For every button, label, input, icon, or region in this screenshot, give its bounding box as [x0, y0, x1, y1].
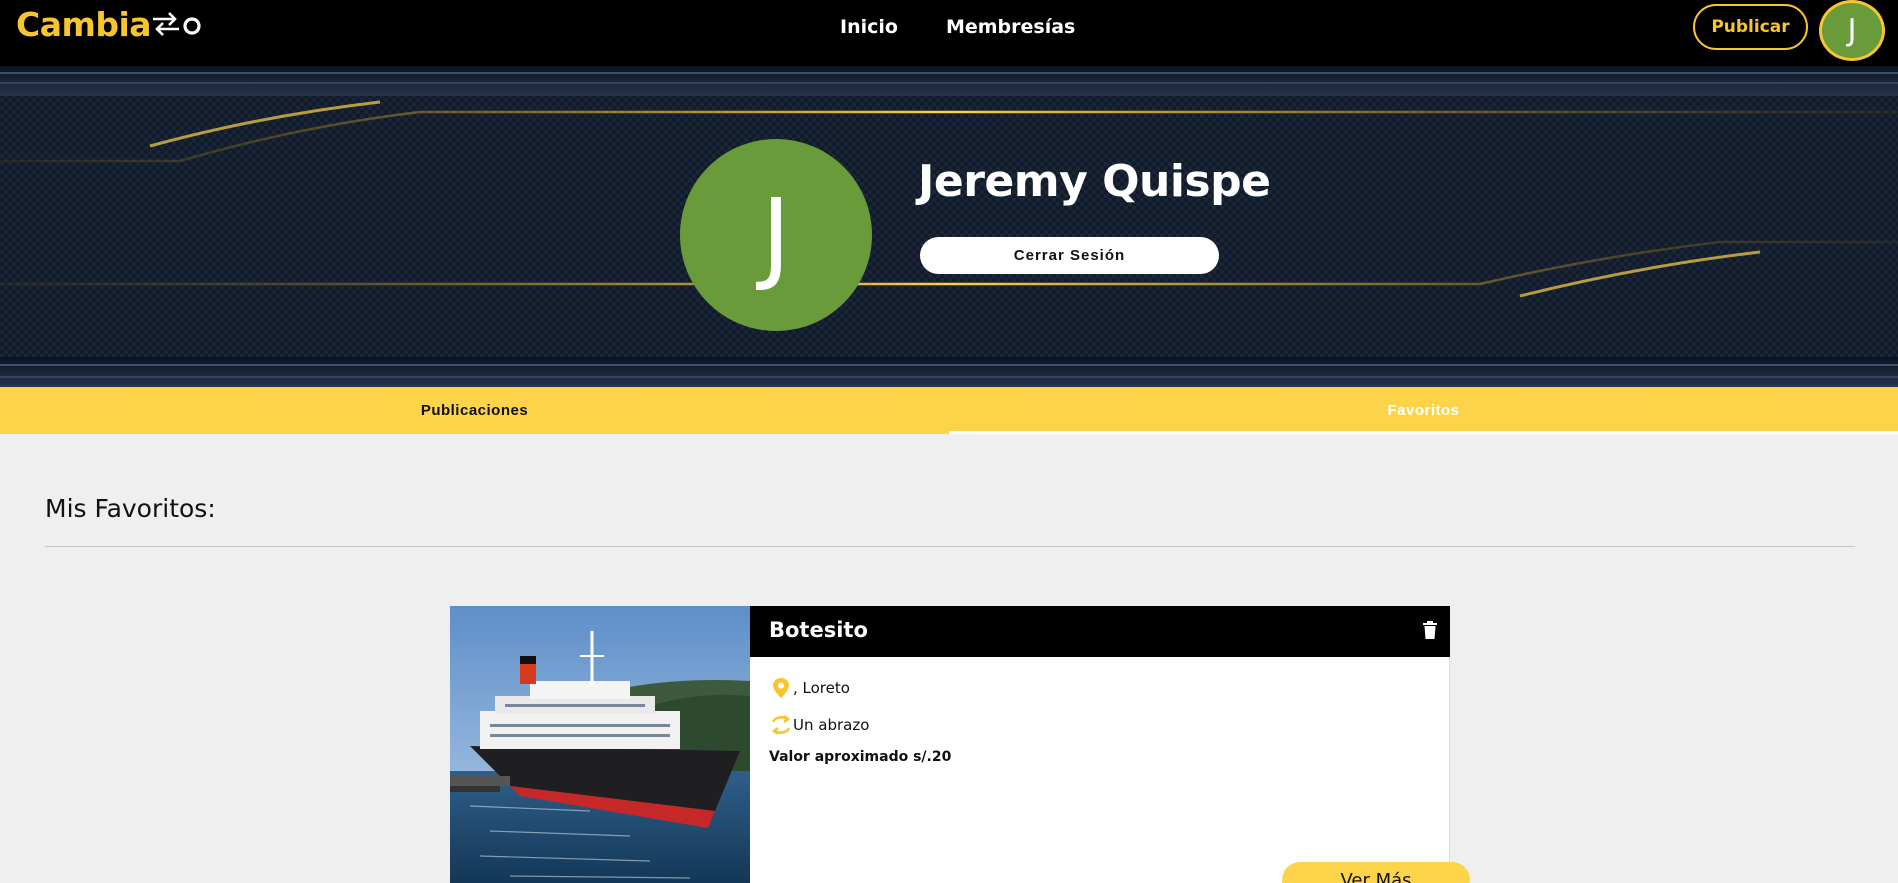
exchange-text: Un abrazo [793, 716, 870, 734]
logo-o-icon [183, 17, 201, 35]
value-text: Valor aproximado s/.20 [769, 749, 952, 765]
location-text: , Loreto [793, 679, 850, 697]
tab-publicaciones[interactable]: Publicaciones [0, 387, 949, 434]
value-row: Valor aproximado s/.20 [769, 749, 951, 765]
navbar: Cambia Inicio Membresías Publicar J [0, 0, 1898, 66]
location-row: , Loreto [769, 677, 850, 699]
trash-icon[interactable] [1422, 621, 1438, 639]
carbon-fiber-background [0, 66, 1898, 387]
nav-link-inicio[interactable]: Inicio [840, 16, 898, 38]
card-header: Botesito [750, 606, 1450, 657]
cruise-ship-image [450, 606, 750, 883]
logo[interactable]: Cambia [16, 4, 203, 44]
publish-button[interactable]: Publicar [1693, 4, 1808, 50]
card-title: Botesito [769, 618, 868, 642]
profile-avatar: J [680, 139, 872, 331]
section-title: Mis Favoritos: [45, 494, 216, 523]
favorite-card: Botesito , Loreto Un abrazo Valor aproxi… [450, 606, 1470, 883]
product-image [450, 606, 750, 883]
card-body: , Loreto Un abrazo Valor aproximado s/.2… [750, 657, 1470, 883]
view-more-button[interactable]: Ver Más [1282, 862, 1470, 883]
profile-tabs: Publicaciones Favoritos [0, 387, 1898, 434]
logout-button[interactable]: Cerrar Sesión [920, 237, 1219, 274]
exchange-row: Un abrazo [769, 713, 869, 737]
exchange-arrows-icon [153, 12, 180, 36]
user-menu[interactable]: J [1819, 0, 1898, 61]
logo-text: Cambia [16, 4, 152, 44]
main-nav: Inicio Membresías [840, 0, 1075, 54]
tab-favoritos[interactable]: Favoritos [949, 387, 1898, 434]
location-pin-icon [773, 678, 789, 698]
avatar[interactable]: J [1819, 0, 1885, 61]
divider [45, 546, 1855, 547]
nav-link-membresias[interactable]: Membresías [946, 16, 1075, 38]
exchange-icon [771, 715, 791, 735]
profile-name: Jeremy Quispe [918, 156, 1271, 207]
profile-banner: J Jeremy Quispe Cerrar Sesión [0, 66, 1898, 387]
